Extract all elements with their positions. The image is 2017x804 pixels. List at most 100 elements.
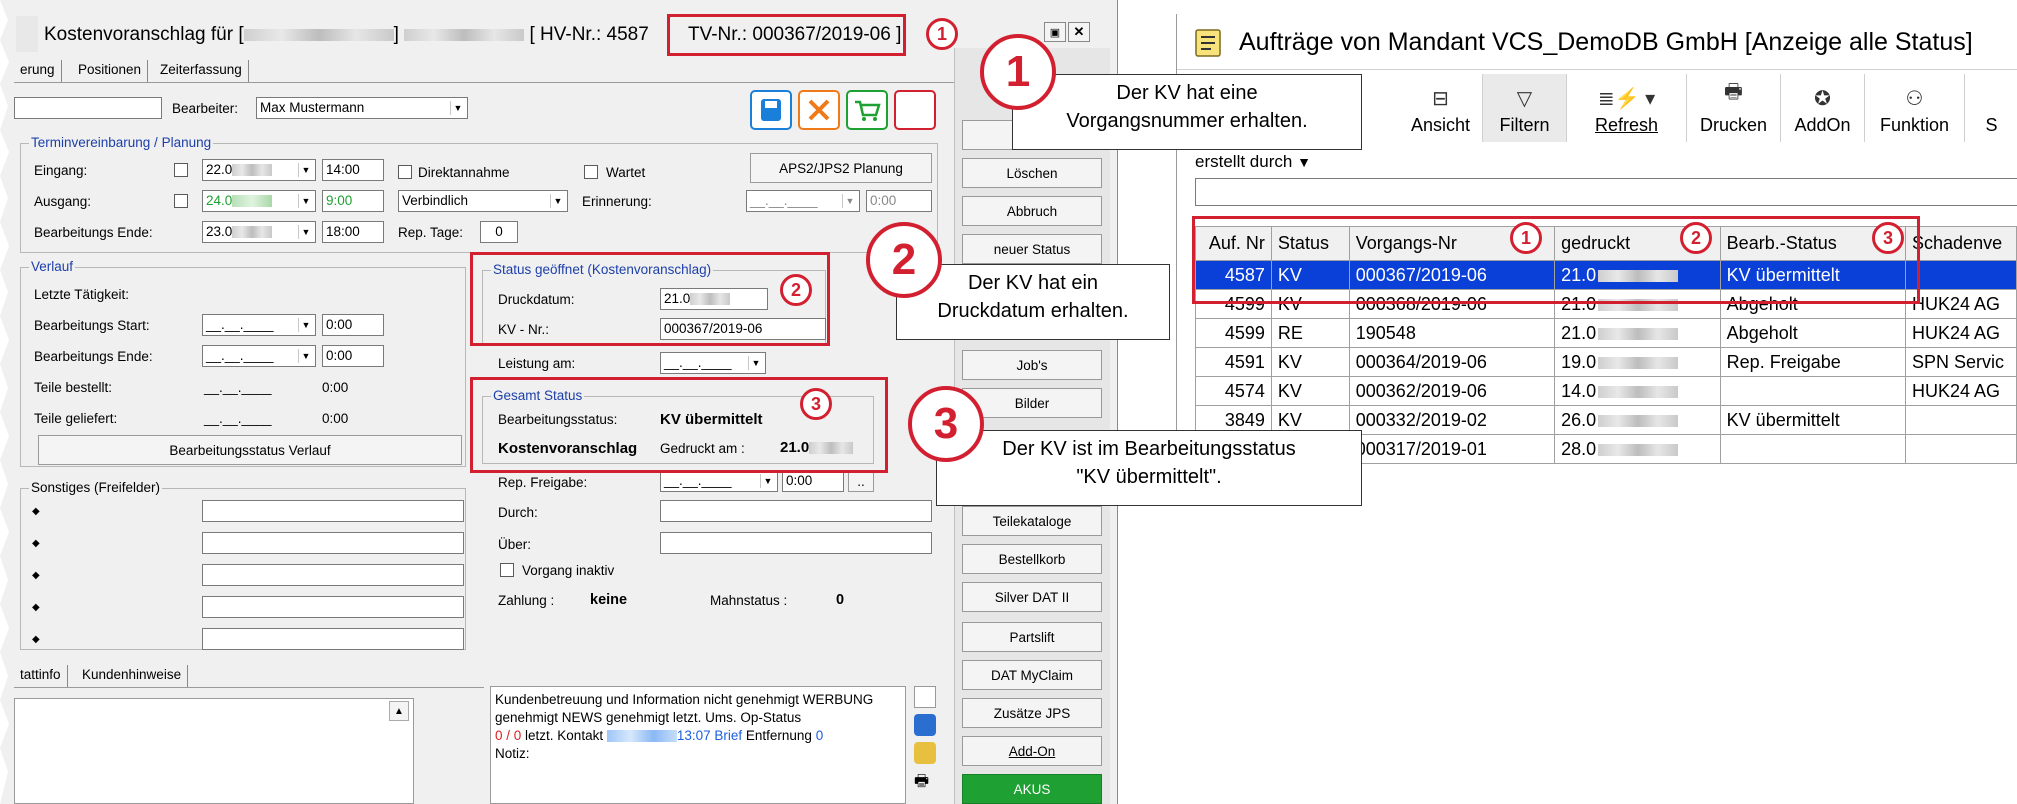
arrow-icon: ◆ — [32, 602, 40, 613]
window-controls: ▣ ✕ — [1044, 22, 1104, 44]
bearbeiter-select[interactable]: Max Mustermann ▼ — [256, 97, 468, 119]
bearb-ende-time[interactable]: 18:00 — [322, 221, 384, 243]
cell-schadenve — [1905, 260, 2017, 290]
filter-input[interactable] — [1195, 178, 2017, 206]
table-row[interactable]: 4591 KV 000364/2019-06 19.0 Rep. Freigabe SPN… — [1195, 347, 2017, 377]
toolbar-filtern[interactable]: ▽ Filtern — [1483, 74, 1567, 142]
side-button-bestellkorb[interactable]: Bestellkorb — [962, 544, 1102, 574]
chevron-down-icon: ▼ — [748, 356, 763, 370]
table-row[interactable]: 4574 KV 000362/2019-06 14.0 HUK24 AG — [1195, 376, 2017, 406]
side-button-jobs[interactable]: Job's — [962, 350, 1102, 380]
cell-status: RE — [1270, 318, 1350, 348]
rep-tage-input[interactable]: 0 — [480, 221, 518, 243]
freifeld-4[interactable] — [202, 596, 464, 618]
ausgang-checkbox[interactable] — [174, 194, 188, 208]
hierarchy-icon: ⚇ — [1905, 88, 1924, 110]
freifeld-1[interactable] — [202, 500, 464, 522]
side-button-silver-dat[interactable]: Silver DAT II — [962, 582, 1102, 612]
cancel-tool-button[interactable] — [798, 90, 840, 130]
addon-icon: ✪ — [1814, 88, 1831, 110]
side-button-teilekataloge[interactable]: Teilekataloge — [962, 506, 1102, 536]
cart-icon — [855, 100, 881, 121]
bearb-start-time[interactable]: 0:00 — [322, 314, 384, 336]
aps-planung-button[interactable]: APS2/JPS2 Planung — [750, 153, 932, 183]
top-left-input[interactable] — [14, 97, 162, 119]
side-button-akus[interactable]: AKUS — [962, 774, 1102, 804]
maximize-button[interactable]: ▣ — [1044, 22, 1066, 42]
table-row[interactable]: 4599 RE 190548 21.0 Abgeholt HUK24 AG — [1195, 318, 2017, 348]
tab-stattinfo[interactable]: tattinfo — [14, 665, 68, 687]
info-line-2: genehmigt NEWS genehmigt letzt. Ums. Op-… — [495, 710, 802, 725]
tab-positionen[interactable]: Positionen — [72, 60, 149, 82]
empty-red-button[interactable] — [894, 90, 936, 130]
save-disk-button[interactable] — [750, 90, 792, 130]
verlauf-bearb-ende-date[interactable]: __.__.____ ▼ — [202, 345, 316, 367]
teile-geliefert-date: __.__.____ — [204, 411, 272, 426]
erinnerung-time[interactable]: 0:00 — [866, 190, 932, 212]
printer-icon[interactable]: 🖶 — [914, 770, 936, 792]
toolbar-refresh[interactable]: ≣⚡ ▾ Refresh — [1567, 74, 1687, 142]
toolbar-drucken[interactable]: 🖶 Drucken — [1687, 74, 1781, 142]
erstellt-durch-dropdown[interactable]: erstellt durch ▼ — [1195, 152, 1311, 172]
col-schadenve[interactable]: Schadenve — [1905, 226, 2017, 261]
handshake-icon[interactable] — [914, 742, 936, 764]
vorgang-inaktiv-checkbox[interactable] — [500, 563, 514, 577]
bearbeitungsstatus-verlauf-button[interactable]: Bearbeitungsstatus Verlauf — [38, 435, 462, 465]
eingang-checkbox[interactable] — [174, 163, 188, 177]
view-icon: ⊟ — [1432, 88, 1449, 110]
freifeld-2[interactable] — [202, 532, 464, 554]
close-button[interactable]: ✕ — [1068, 22, 1090, 42]
tab-zeiterfassung[interactable]: Zeiterfassung — [154, 60, 249, 82]
big-badge-2: 2 — [866, 222, 942, 298]
teile-geliefert-time: 0:00 — [322, 411, 349, 426]
side-button-bilder[interactable]: Bilder — [962, 388, 1102, 418]
ausgang-label: Ausgang: — [34, 194, 92, 209]
cell-schadenve: HUK24 AG — [1905, 289, 2017, 319]
verlauf-bearb-ende-time[interactable]: 0:00 — [322, 345, 384, 367]
side-button-add-on[interactable]: Add-On — [962, 736, 1102, 766]
cell-schadenve: HUK24 AG — [1905, 318, 2017, 348]
cell-gedruckt: 19.0 — [1554, 347, 1721, 377]
tab-kundenhinweise[interactable]: Kundenhinweise — [76, 665, 189, 687]
notes-textarea[interactable]: ▲ — [14, 698, 414, 804]
scroll-up-button[interactable]: ▲ — [389, 701, 409, 721]
eingang-time[interactable]: 14:00 — [322, 159, 384, 181]
side-button-zusaetze-jps[interactable]: Zusätze JPS — [962, 698, 1102, 728]
cell-status: KV — [1270, 347, 1350, 377]
rep-freigabe-date[interactable]: __.__.____ ▼ — [660, 470, 778, 492]
doc-icon[interactable] — [914, 686, 936, 708]
side-button-dat-myclaim[interactable]: DAT MyClaim — [962, 660, 1102, 690]
durch-input[interactable] — [660, 500, 932, 522]
cart-button[interactable] — [846, 90, 888, 130]
freifeld-3[interactable] — [202, 564, 464, 586]
ausgang-date[interactable]: 24.0 ▼ — [202, 190, 316, 212]
cell-schadenve: HUK24 AG — [1905, 376, 2017, 406]
right-title-bar: Aufträge von Mandant VCS_DemoDB GmbH [An… — [1177, 14, 2017, 70]
bearb-ende-date[interactable]: 23.0 ▼ — [202, 221, 316, 243]
eingang-date[interactable]: 22.0 ▼ — [202, 159, 316, 181]
toolbar-ansicht[interactable]: ⊟ Ansicht — [1399, 74, 1483, 142]
side-button-partslift[interactable]: Partslift — [962, 622, 1102, 652]
rep-freigabe-time[interactable]: 0:00 — [782, 470, 844, 492]
erinnerung-date[interactable]: __.__.____ ▼ — [746, 190, 860, 212]
toolbar-funktion[interactable]: ⚇ Funktion — [1865, 74, 1965, 142]
ueber-input[interactable] — [660, 532, 932, 554]
side-button-loeschen[interactable]: Löschen — [962, 158, 1102, 188]
rep-freigabe-label: Rep. Freigabe: — [498, 475, 588, 490]
toolbar-s[interactable]: S — [1965, 74, 2017, 142]
rep-freigabe-more-button[interactable]: .. — [848, 470, 874, 492]
side-button-abbruch[interactable]: Abbruch — [962, 196, 1102, 226]
verbindlich-select[interactable]: Verbindlich ▼ — [398, 190, 568, 212]
globe-icon[interactable] — [914, 714, 936, 736]
leistung-date[interactable]: __.__.____ ▼ — [660, 352, 766, 374]
badge-1-title: 1 — [926, 18, 958, 50]
direktannahme-checkbox[interactable] — [398, 165, 412, 179]
teile-bestellt-label: Teile bestellt: — [34, 380, 113, 395]
toolbar-addon[interactable]: ✪ AddOn — [1781, 74, 1865, 142]
ausgang-time[interactable]: 9:00 — [322, 190, 384, 212]
bearb-start-date[interactable]: __.__.____ ▼ — [202, 314, 316, 336]
freifeld-5[interactable] — [202, 628, 464, 650]
side-button-neuer-status[interactable]: neuer Status — [962, 234, 1102, 264]
tab-erung[interactable]: erung — [14, 60, 62, 82]
wartet-checkbox[interactable] — [584, 165, 598, 179]
